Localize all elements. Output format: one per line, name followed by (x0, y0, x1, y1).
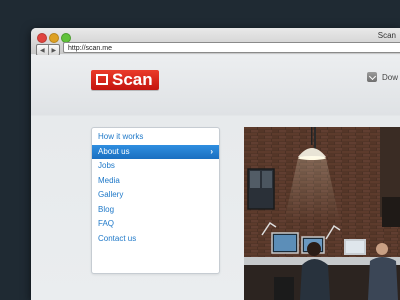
download-icon (367, 72, 377, 82)
close-window-button[interactable] (37, 33, 47, 43)
chevron-right-icon: › (210, 146, 213, 156)
menu-item-label: Jobs (98, 161, 115, 170)
menu-item-how-it-works[interactable]: How it works (92, 130, 219, 145)
menu-item-about-us[interactable]: About us › (92, 144, 219, 159)
minimize-window-button[interactable] (49, 33, 59, 43)
address-bar[interactable]: http://scan.me (63, 42, 400, 53)
menu-item-gallery[interactable]: Gallery (92, 188, 219, 203)
side-menu: How it works About us › Jobs Media Galler… (91, 127, 220, 274)
menu-item-jobs[interactable]: Jobs (92, 159, 219, 174)
menu-item-label: About us (98, 146, 130, 156)
window-title: Scan (377, 31, 396, 40)
scan-bracket-icon (96, 74, 108, 85)
download-link[interactable]: Dow (367, 72, 398, 82)
menu-item-blog[interactable]: Blog (92, 203, 219, 218)
menu-item-label: FAQ (98, 219, 115, 228)
title-bar: Scan ◀ ▶ http://scan.me (31, 28, 400, 56)
menu-item-label: Media (98, 175, 120, 185)
menu-item-label: Gallery (98, 190, 124, 199)
logo-text: Scan (112, 70, 153, 89)
menu-item-faq[interactable]: FAQ (92, 217, 219, 232)
web-page: Scan Dow How it works About us › Jobs Med… (31, 55, 400, 300)
browser-window: Scan ◀ ▶ http://scan.me Scan Dow How it … (31, 28, 400, 300)
scan-logo[interactable]: Scan (91, 70, 159, 90)
office-photo (244, 127, 400, 300)
menu-item-label: How it works (98, 132, 144, 141)
menu-item-contact-us[interactable]: Contact us (92, 232, 219, 247)
menu-item-label: Blog (98, 204, 115, 214)
menu-item-media[interactable]: Media (92, 174, 219, 189)
download-label: Dow (382, 72, 399, 82)
menu-item-label: Contact us (98, 233, 137, 243)
back-button[interactable]: ◀ (37, 45, 48, 55)
forward-button[interactable]: ▶ (47, 45, 60, 55)
